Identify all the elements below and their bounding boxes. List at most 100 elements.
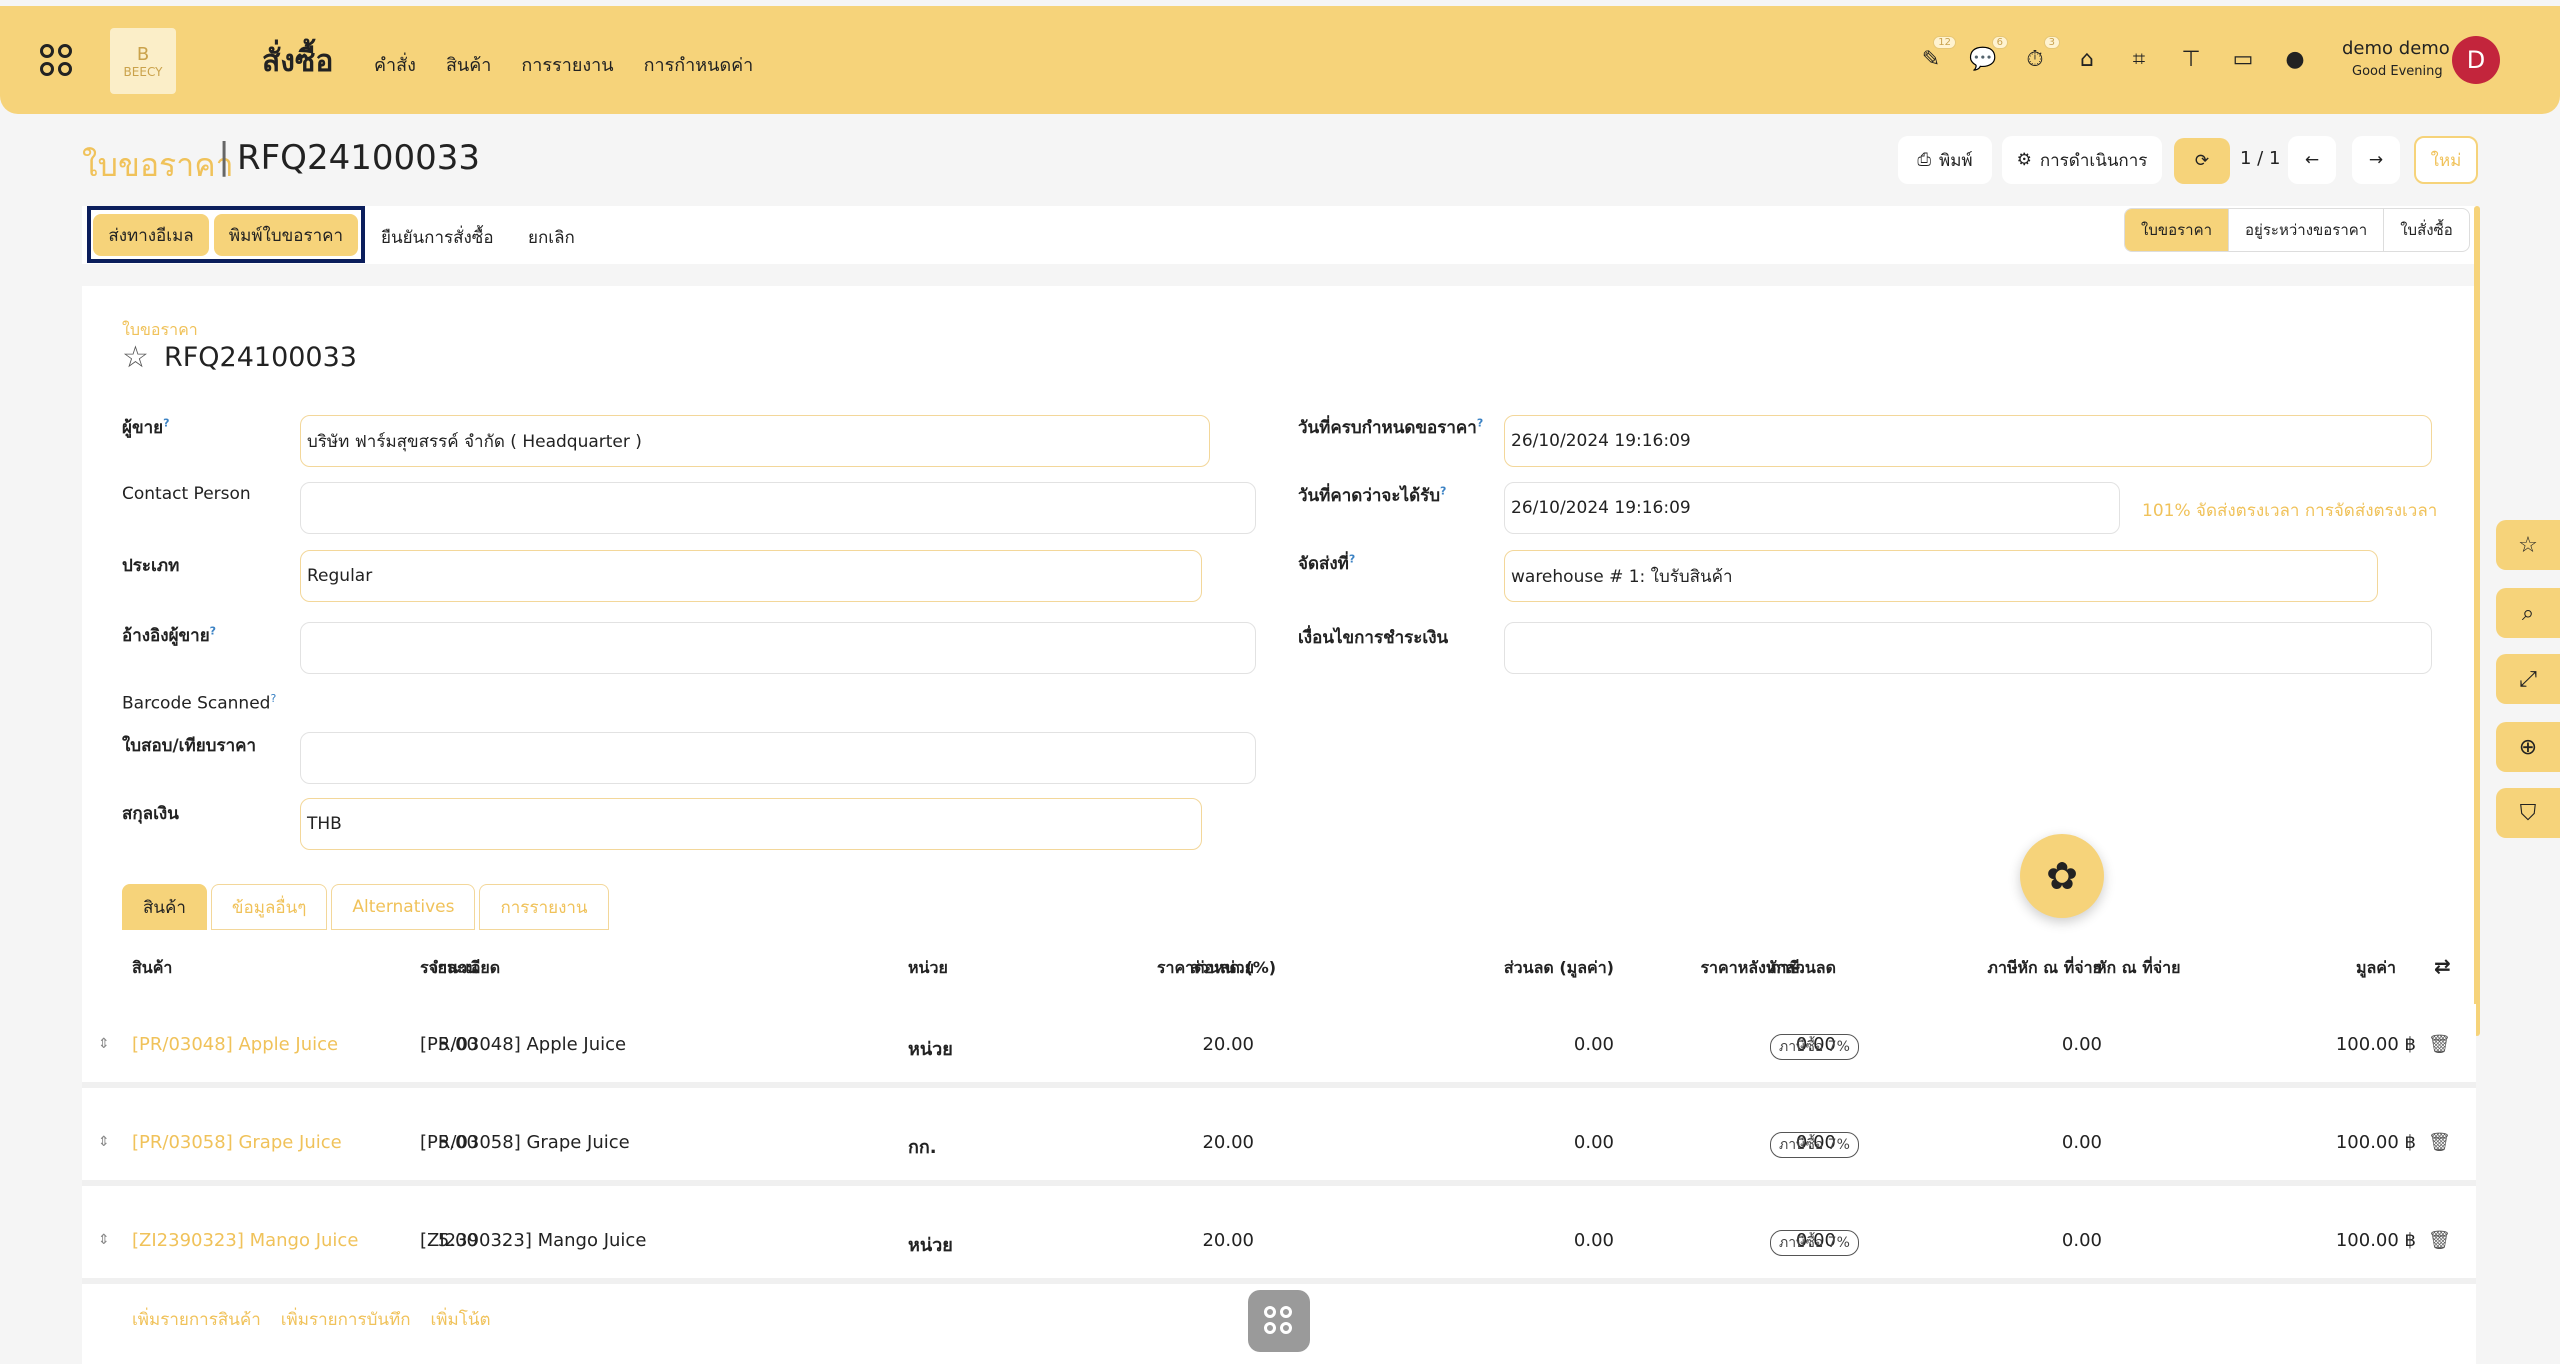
pager-next[interactable]: → (2352, 136, 2400, 184)
trash-icon[interactable]: 🗑 (2428, 1034, 2451, 1055)
table-row[interactable]: ⇕ [PR/03058] Grape Juice [PR/03058] Grap… (82, 1102, 2476, 1186)
support-fab-icon[interactable]: ✿ (2020, 834, 2104, 918)
stage-purchase-order[interactable]: ใบสั่งซื้อ (2384, 209, 2469, 251)
scrollbar[interactable] (2474, 206, 2480, 1036)
code-icon[interactable]: ⌗ (2126, 46, 2152, 72)
row-unit-price[interactable]: 20.00 (1202, 1034, 1254, 1055)
col-wht-tax[interactable]: ภาษีหัก ณ ที่จ่าย (1987, 956, 2102, 981)
row-unit-price[interactable]: 20.00 (1202, 1132, 1254, 1153)
deliver-to-field[interactable]: warehouse # 1: ใบรับสินค้า (1504, 550, 2378, 602)
stage-rfq[interactable]: ใบขอราคา (2125, 209, 2230, 251)
side-expand-icon[interactable]: ⤢ (2496, 654, 2560, 704)
print-button[interactable]: ⎙ พิมพ์ (1898, 136, 1992, 184)
side-favorite-icon[interactable]: ☆ (2496, 520, 2560, 570)
row-product[interactable]: [ZI2390323] Mango Juice (132, 1230, 358, 1251)
row-quantity[interactable]: 5.00 (438, 1230, 478, 1251)
bottom-apps-button[interactable] (1248, 1290, 1310, 1352)
tab-products[interactable]: สินค้า (122, 884, 207, 930)
col-withholding[interactable]: หัก ณ ที่จ่าย (2096, 956, 2181, 981)
row-discount-amount[interactable]: 0.00 (1574, 1230, 1614, 1251)
activity-icon[interactable]: ✎ 12 (1918, 36, 1956, 72)
cancel-button[interactable]: ยกเลิก (528, 224, 575, 251)
col-product[interactable]: สินค้า (132, 956, 172, 981)
paint-roller-icon[interactable]: ⊤ (2178, 46, 2204, 72)
add-section-link[interactable]: เพิ่มรายการบันทึก (281, 1306, 411, 1333)
on-time-rate[interactable]: 101% จัดส่งตรงเวลา การจัดส่งตรงเวลา (2142, 497, 2437, 524)
trash-icon[interactable]: 🗑 (2428, 1230, 2451, 1251)
drag-handle-icon[interactable]: ⇕ (98, 1036, 110, 1052)
favorite-star-icon[interactable]: ☆ (122, 340, 149, 375)
optional-columns-icon[interactable]: ⇄ (2434, 954, 2451, 978)
col-quantity[interactable]: จำนวน (429, 956, 478, 981)
side-zoom-icon[interactable]: ⊕ (2496, 722, 2560, 772)
row-quantity[interactable]: 5.00 (438, 1132, 478, 1153)
pager-previous[interactable]: ← (2288, 136, 2336, 184)
row-wht[interactable]: 0.00 (2062, 1034, 2102, 1055)
app-switcher-icon[interactable] (40, 44, 74, 78)
expected-date-field[interactable]: 26/10/2024 19:16:09 (1504, 482, 2120, 534)
menu-reporting[interactable]: การรายงาน (521, 50, 613, 79)
currency-field[interactable]: THB (300, 798, 1202, 850)
table-row[interactable]: ⇕ [ZI2390323] Mango Juice [ZI2390323] Ma… (82, 1200, 2476, 1284)
side-bookmark-icon[interactable]: ⛉ (2496, 788, 2560, 838)
add-product-link[interactable]: เพิ่มรายการสินค้า (132, 1306, 261, 1333)
pager-value[interactable]: 1 / 1 (2240, 148, 2280, 169)
col-uom[interactable]: หน่วย (908, 956, 948, 981)
side-search-icon[interactable]: ⌕ (2496, 588, 2560, 638)
chat-icon[interactable]: 💬 6 (1969, 36, 2008, 72)
trash-icon[interactable]: 🗑 (2428, 1132, 2451, 1153)
row-uom[interactable]: หน่วย (908, 1034, 953, 1063)
menu-orders[interactable]: คำสั่ง (374, 50, 416, 79)
col-discount-percent[interactable]: ส่วนลด (%) (1190, 956, 1276, 981)
menu-products[interactable]: สินค้า (446, 50, 491, 79)
tab-other-info[interactable]: ข้อมูลอื่นๆ (210, 884, 328, 930)
avatar[interactable]: D (2452, 36, 2500, 84)
col-discount-amount[interactable]: ส่วนลด (มูลค่า) (1504, 956, 1614, 981)
print-label: พิมพ์ (1938, 150, 1973, 171)
row-unit-price[interactable]: 20.00 (1202, 1230, 1254, 1251)
row-tax-tag[interactable]: ภาษีซื้อ 7% (1770, 1034, 1859, 1060)
refresh-button[interactable]: ⟳ (2174, 138, 2230, 184)
row-wht[interactable]: 0.00 (2062, 1230, 2102, 1251)
menu-configuration[interactable]: การกำหนดค่า (644, 50, 754, 79)
row-uom[interactable]: หน่วย (908, 1230, 953, 1259)
contact-person-field[interactable] (300, 482, 1256, 534)
app-title[interactable]: สั่งซื้อ (262, 38, 333, 85)
add-note-link[interactable]: เพิ่มโน้ต (431, 1306, 491, 1333)
printer-icon: ⎙ (1917, 150, 1931, 170)
row-product[interactable]: [PR/03048] Apple Juice (132, 1034, 338, 1055)
row-wht[interactable]: 0.00 (2062, 1132, 2102, 1153)
col-price-after-discount[interactable]: ราคาหลังหักส่วนลด (1700, 956, 1836, 981)
rfq-compare-field[interactable] (300, 732, 1256, 784)
vendor-ref-field[interactable] (300, 622, 1256, 674)
confirm-order-button[interactable]: ยืนยันการสั่งซื้อ (381, 224, 494, 251)
drag-handle-icon[interactable]: ⇕ (98, 1232, 110, 1248)
vendor-field[interactable]: บริษัท ฟาร์มสุขสรรค์ จำกัด ( Headquarter… (300, 415, 1210, 467)
tab-alternatives[interactable]: Alternatives (331, 884, 476, 930)
row-discount-amount[interactable]: 0.00 (1574, 1034, 1614, 1055)
row-discount-amount[interactable]: 0.00 (1574, 1132, 1614, 1153)
breadcrumb-parent[interactable]: ใบขอราคา (82, 140, 234, 191)
deadline-field[interactable]: 26/10/2024 19:16:09 (1504, 415, 2432, 467)
payment-terms-field[interactable] (1504, 622, 2432, 674)
row-quantity[interactable]: 5.00 (438, 1034, 478, 1055)
col-subtotal[interactable]: มูลค่า (2356, 956, 2396, 981)
new-button[interactable]: ใหม่ (2414, 136, 2478, 184)
row-product[interactable]: [PR/03058] Grape Juice (132, 1132, 342, 1153)
note-icon[interactable]: ▭ (2230, 46, 2256, 72)
lightbulb-icon[interactable]: ● (2282, 46, 2308, 72)
drag-handle-icon[interactable]: ⇕ (98, 1134, 110, 1150)
timer-icon[interactable]: ⏱ 3 (2022, 36, 2060, 72)
type-field[interactable]: Regular (300, 550, 1202, 602)
bank-icon[interactable]: ⌂ (2074, 46, 2100, 72)
row-uom[interactable]: กก. (908, 1132, 937, 1161)
table-row[interactable]: ⇕ [PR/03048] Apple Juice [PR/03048] Appl… (82, 1004, 2476, 1088)
tab-reporting[interactable]: การรายงาน (479, 884, 609, 930)
breadcrumb-separator: | (218, 136, 231, 177)
user-name[interactable]: demo demo (2342, 38, 2450, 59)
stage-rfq-sent[interactable]: อยู่ระหว่างขอราคา (2229, 209, 2385, 251)
action-button[interactable]: ⚙ การดำเนินการ (2002, 136, 2162, 184)
row-tax-tag[interactable]: ภาษีซื้อ 7% (1770, 1132, 1859, 1158)
row-tax-tag[interactable]: ภาษีซื้อ 7% (1770, 1230, 1859, 1256)
col-taxes[interactable]: ภาษี (1770, 956, 1800, 981)
